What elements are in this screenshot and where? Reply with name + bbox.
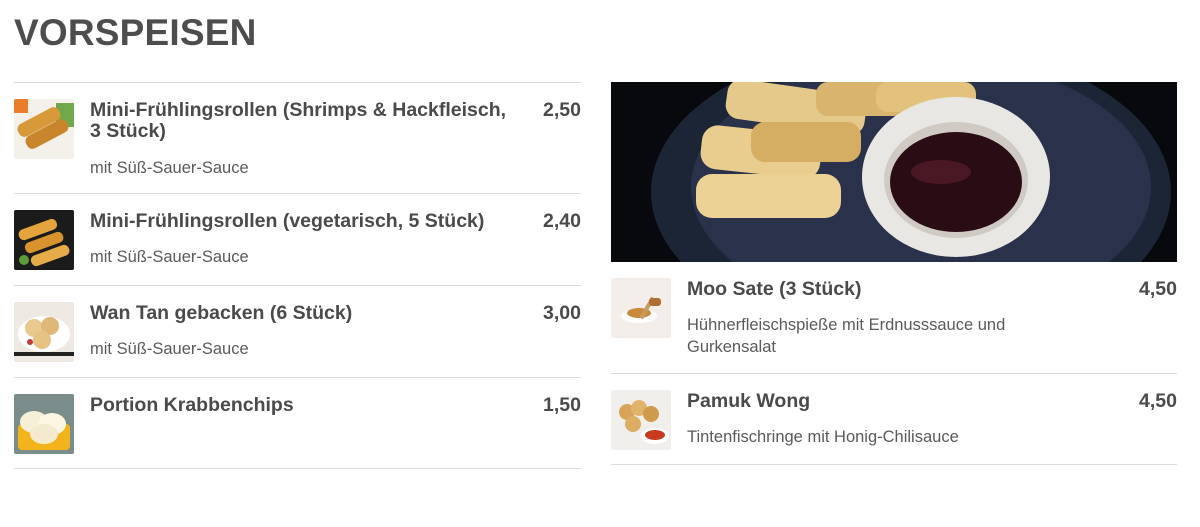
menu-item[interactable]: Portion Krabbenchips 1,50 [14, 377, 581, 469]
item-description: Tintenfischringe mit Honig-Chilisauce [687, 428, 959, 446]
item-price: 3,00 [543, 302, 581, 324]
section-title: VORSPEISEN [14, 12, 257, 53]
item-name: Moo Sate (3 Stück) [687, 278, 862, 300]
item-description: Hühnerfleischspieße mit Erdnusssauce und… [687, 316, 1006, 356]
item-description: mit Süß-Sauer-Sauce [90, 248, 249, 266]
menu-item[interactable]: Mini-Frühlingsrollen (vegetarisch, 5 Stü… [14, 193, 581, 285]
menu-column-right: Moo Sate (3 Stück) 4,50 Hühnerfleischspi… [611, 262, 1177, 465]
menu-item[interactable]: Wan Tan gebacken (6 Stück) 3,00 mit Süß-… [14, 285, 581, 377]
menu-item[interactable]: Moo Sate (3 Stück) 4,50 Hühnerfleischspi… [611, 262, 1177, 373]
item-price: 4,50 [1139, 278, 1177, 300]
item-description: mit Süß-Sauer-Sauce [90, 159, 249, 177]
item-name: Wan Tan gebacken (6 Stück) [90, 302, 353, 324]
prawn-crackers-photo-icon [14, 394, 74, 454]
spring-rolls-photo-icon [14, 99, 74, 159]
wan-tan-photo-icon [14, 302, 74, 362]
menu-column-left: Mini-Frühlingsrollen (Shrimps & Hackflei… [14, 82, 581, 469]
menu-item[interactable]: Pamuk Wong 4,50 Tintenfischringe mit Hon… [611, 373, 1177, 465]
pamuk-wong-photo-icon [611, 390, 671, 450]
spring-rolls-dip-photo-icon [611, 82, 1177, 262]
moo-sate-photo-icon [611, 278, 671, 338]
item-name: Pamuk Wong [687, 390, 811, 412]
menu-item[interactable]: Mini-Frühlingsrollen (Shrimps & Hackflei… [14, 82, 581, 193]
item-price: 1,50 [543, 394, 581, 416]
item-name: Mini-Frühlingsrollen (Shrimps & Hackflei… [90, 99, 507, 142]
item-price: 2,50 [543, 99, 581, 121]
item-price: 4,50 [1139, 390, 1177, 412]
item-name: Mini-Frühlingsrollen (vegetarisch, 5 Stü… [90, 210, 485, 232]
item-name: Portion Krabbenchips [90, 394, 294, 416]
item-description: mit Süß-Sauer-Sauce [90, 340, 249, 358]
veg-spring-rolls-photo-icon [14, 210, 74, 270]
item-price: 2,40 [543, 210, 581, 232]
